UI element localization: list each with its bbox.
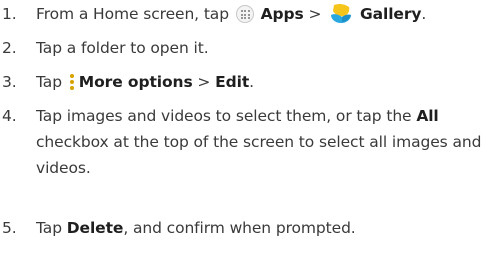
step-number: 1. [2,5,17,23]
apps-grid-icon [235,5,254,23]
step-number: 4. [2,107,17,125]
apps-label: Apps [260,5,304,23]
gallery-label: Gallery [360,5,422,23]
step-4-text-a: Tap images and videos to select them, or… [36,107,412,125]
step-4: 4. Tap images and videos to select them,… [0,103,496,181]
step-2: 2. Tap a folder to open it. [0,35,496,61]
more-options-icon [69,73,75,91]
step-3-text-a: Tap [36,73,62,91]
step-5: 5. Tap Delete, and confirm when prompted… [0,215,496,241]
step-4-text-b: checkbox at the top of the screen to sel… [36,133,482,177]
step-text: Tap images and videos to select them, or… [36,103,496,181]
step-text: Tap Delete, and confirm when prompted. [36,215,496,241]
step-5-text-a: Tap [36,219,62,237]
step-number: 2. [2,39,17,57]
step-1: 1. From a Home screen, tap Apps > Galler… [0,1,496,27]
step-5-text-b: , and confirm when prompted. [123,219,356,237]
menu-separator: > [308,5,322,23]
step-text: From a Home screen, tap Apps > Gallery. [36,1,496,27]
more-options-label: More options [78,73,193,91]
step-number: 3. [2,73,17,91]
step-3: 3. Tap More options > Edit. [0,69,496,95]
step-number: 5. [2,219,17,237]
step-1-text-a: From a Home screen, tap [36,5,229,23]
step-3-end: . [249,73,254,91]
step-text: Tap a folder to open it. [36,39,209,57]
delete-label: Delete [66,219,124,237]
gallery-icon [331,3,352,23]
step-text: Tap More options > Edit. [36,69,496,95]
step-1-end: . [421,5,427,23]
edit-label: Edit [215,73,250,91]
all-checkbox-label: All [416,107,439,125]
menu-separator: > [197,73,211,91]
